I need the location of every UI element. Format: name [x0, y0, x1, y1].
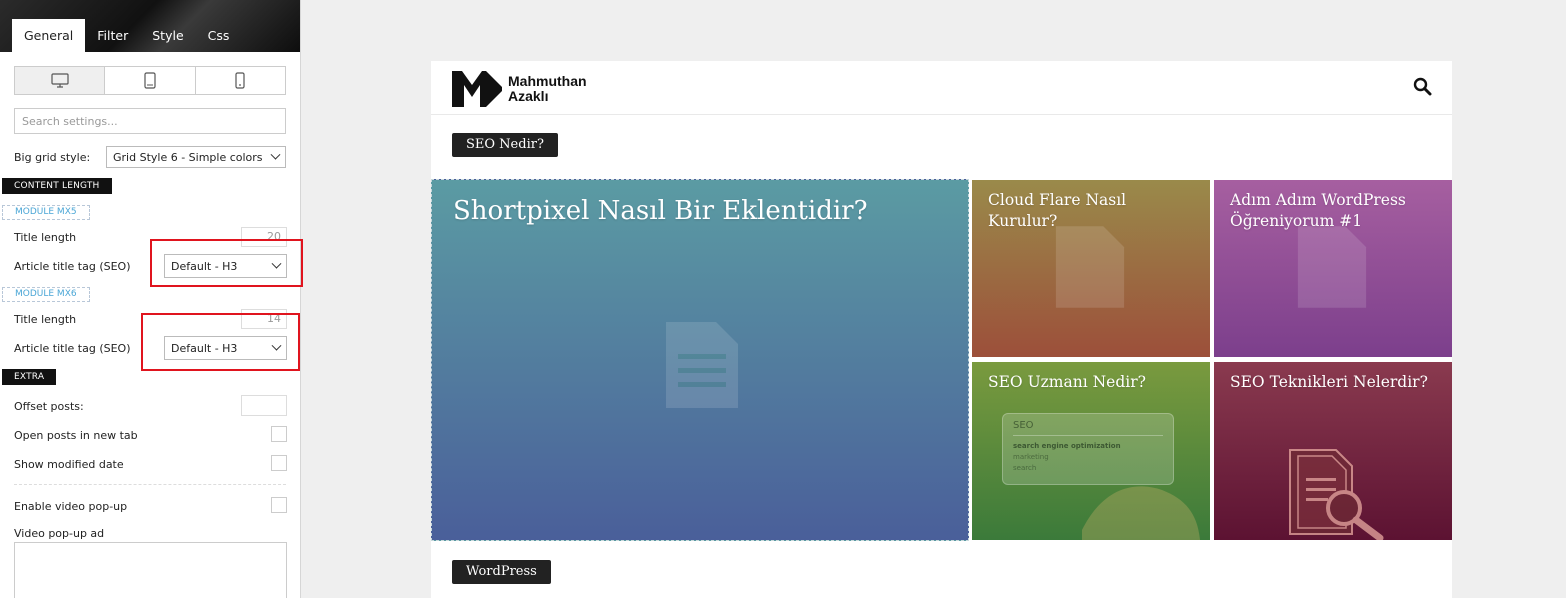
document-search-icon	[1289, 449, 1384, 540]
show-modified-label: Show modified date	[14, 458, 124, 471]
show-modified-checkbox[interactable]	[271, 455, 287, 471]
extra-heading: EXTRA	[2, 369, 57, 385]
module-mx5-tag: MODULE MX5	[2, 205, 90, 220]
grid-tile-shortpixel[interactable]: Shortpixel Nasıl Bir Eklentidir?	[431, 179, 969, 541]
settings-panel: General Filter Style Css Big grid style:…	[0, 0, 301, 598]
tab-style[interactable]: Style	[140, 19, 195, 52]
category-badge-seo[interactable]: SEO Nedir?	[452, 133, 558, 157]
enable-video-checkbox[interactable]	[271, 497, 287, 513]
seo-thumb-heading: SEO	[1013, 420, 1163, 436]
open-new-tab-checkbox[interactable]	[271, 426, 287, 442]
tile-title[interactable]: Adım Adım WordPress Öğreniyorum #1	[1230, 190, 1440, 232]
tile-title[interactable]: SEO Uzmanı Nedir?	[988, 372, 1198, 393]
video-ad-label: Video pop-up ad	[14, 527, 105, 540]
phone-icon	[235, 72, 245, 89]
tile-title[interactable]: SEO Teknikleri Nelerdir?	[1230, 372, 1440, 393]
video-ad-textarea[interactable]	[14, 542, 287, 598]
enable-video-label: Enable video pop-up	[14, 500, 128, 513]
tile-title[interactable]: Shortpixel Nasıl Bir Eklentidir?	[453, 194, 956, 228]
offset-posts-label: Offset posts:	[14, 400, 84, 413]
highlight-box	[150, 239, 303, 287]
desktop-device-button[interactable]	[15, 67, 106, 94]
highlight-box	[141, 313, 300, 371]
mx6-title-tag-label: Article title tag (SEO)	[14, 342, 131, 355]
big-grid-style-select[interactable]: Grid Style 6 - Simple colors	[106, 146, 286, 168]
site-header: Mahmuthan Azaklı	[431, 61, 1452, 115]
grid-tile-seo-uzmani[interactable]: SEO search engine optimization marketing…	[972, 362, 1210, 540]
document-icon	[666, 322, 738, 408]
grid-tile-seo-teknikleri[interactable]: SEO Teknikleri Nelerdir?	[1214, 362, 1452, 540]
phone-device-button[interactable]	[196, 67, 285, 94]
open-new-tab-label: Open posts in new tab	[14, 429, 138, 442]
panel-header: General Filter Style Css	[0, 0, 300, 52]
content-length-heading: CONTENT LENGTH	[2, 178, 112, 194]
site-search-button[interactable]	[1413, 77, 1432, 100]
tab-css[interactable]: Css	[196, 19, 242, 52]
module-mx6-tag: MODULE MX6	[2, 287, 90, 302]
tablet-device-button[interactable]	[105, 67, 196, 94]
search-icon	[1413, 77, 1432, 96]
grid-tile-cloudflare[interactable]: Cloud Flare Nasıl Kurulur?	[972, 180, 1210, 357]
mx5-title-length-label: Title length	[14, 231, 77, 244]
category-badge-wordpress[interactable]: WordPress	[452, 560, 551, 584]
offset-posts-input[interactable]	[241, 395, 287, 416]
document-icon	[1297, 226, 1367, 308]
logo-line-2: Azaklı	[508, 88, 549, 104]
seo-thumb-line: marketing	[1013, 453, 1049, 461]
tab-filter[interactable]: Filter	[85, 19, 140, 52]
grid-tile-wordpress[interactable]: Adım Adım WordPress Öğreniyorum #1	[1214, 180, 1452, 357]
mx6-title-length-label: Title length	[14, 313, 77, 326]
site-logo[interactable]: Mahmuthan Azaklı	[452, 71, 587, 107]
chevron-down-icon	[270, 149, 281, 160]
big-grid-style-value: Grid Style 6 - Simple colors	[113, 150, 263, 164]
tile-title[interactable]: Cloud Flare Nasıl Kurulur?	[988, 190, 1198, 232]
seo-thumb-line: search engine optimization	[1013, 442, 1121, 450]
logo-mark-icon	[452, 71, 502, 107]
big-grid-style-label: Big grid style:	[14, 151, 91, 164]
settings-tabs: General Filter Style Css	[12, 19, 241, 52]
big-grid: Shortpixel Nasıl Bir Eklentidir? Cloud F…	[431, 179, 1452, 541]
device-switcher	[14, 66, 286, 95]
document-icon	[1055, 226, 1125, 308]
divider	[14, 484, 286, 485]
logo-line-1: Mahmuthan	[508, 73, 587, 89]
tab-general[interactable]: General	[12, 19, 86, 52]
tablet-icon	[144, 72, 156, 89]
hand-icon	[1082, 486, 1200, 540]
desktop-icon	[51, 73, 69, 88]
mx5-title-tag-label: Article title tag (SEO)	[14, 260, 131, 273]
search-settings-input[interactable]	[14, 108, 286, 134]
